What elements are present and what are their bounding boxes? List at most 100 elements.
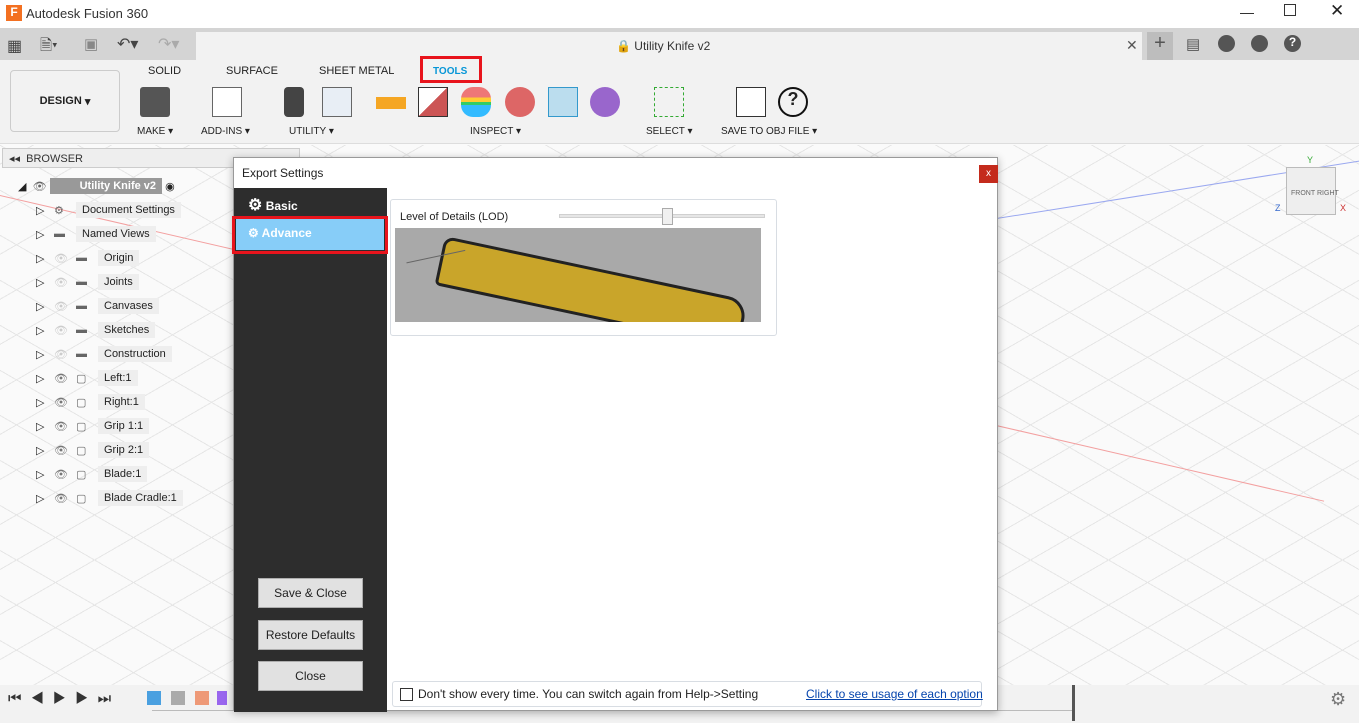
browser-item[interactable]: ▷ 👁 ▬ Construction [36, 344, 183, 364]
eye-hidden-icon: 👁 [54, 348, 68, 361]
axis-y-label: Y [1307, 155, 1314, 165]
eye-icon: 👁 [54, 420, 68, 433]
eye-hidden-icon: 👁 [54, 324, 68, 337]
file-menu-icon[interactable]: 🗎▾ [40, 35, 58, 60]
new-tab-button[interactable]: + [1147, 32, 1173, 60]
eye-icon: 👁 [54, 492, 68, 505]
axis-z-label: Z [1275, 203, 1281, 213]
timeline-playback-controls[interactable]: ⏮◀▶▶⏭ [8, 690, 120, 707]
group-utility[interactable]: UTILITY ▾ [289, 126, 334, 137]
expand-arrow-icon: ▷ [36, 468, 45, 481]
app-logo-icon: F [6, 5, 22, 21]
browser-item[interactable]: ▷ 👁 ▢ Right:1 [36, 392, 183, 412]
expand-arrow-icon: ▷ [36, 348, 45, 361]
close-button[interactable]: Close [258, 661, 363, 691]
item-icon: ▢ [76, 396, 87, 409]
title-bar: F Autodesk Fusion 360 — ✕ [0, 0, 1359, 28]
lod-slider-thumb[interactable] [662, 208, 673, 225]
select-window-icon[interactable] [654, 87, 684, 117]
item-icon: ▬ [76, 348, 87, 360]
close-tab-button[interactable]: ✕ [1126, 37, 1138, 54]
3d-print-icon[interactable] [140, 87, 170, 117]
measure-icon[interactable] [376, 97, 406, 109]
browser-item[interactable]: ▷ 👁 ▬ Origin [36, 248, 183, 268]
group-make[interactable]: MAKE ▾ [137, 126, 173, 137]
view-cube[interactable]: FRONT RIGHT [1286, 167, 1339, 215]
browser-item[interactable]: ▷ ⚙ Document Settings [36, 200, 183, 220]
browser-item[interactable]: ▷ 👁 ▢ Grip 2:1 [36, 440, 183, 460]
undo-icon[interactable]: ↶▾ [117, 34, 138, 54]
item-icon: ▬ [76, 300, 87, 312]
lod-panel: Level of Details (LOD) [390, 199, 777, 336]
browser-item[interactable]: ▷ 👁 ▢ Left:1 [36, 368, 183, 388]
eye-hidden-icon: 👁 [54, 300, 68, 313]
restore-defaults-button[interactable]: Restore Defaults [258, 620, 363, 650]
draft-analysis-icon[interactable] [505, 87, 535, 117]
tab-solid[interactable]: SOLID [148, 65, 181, 77]
help-icon[interactable]: ? [1284, 35, 1301, 52]
item-icon: ▬ [76, 276, 87, 288]
group-select[interactable]: SELECT ▾ [646, 126, 693, 137]
tab-tools[interactable]: TOOLS [433, 66, 467, 77]
eye-hidden-icon: 👁 [54, 252, 68, 265]
redo-icon[interactable]: ↷▾ [158, 34, 179, 54]
document-tab[interactable]: 🔒 Utility Knife v2 ✕ [196, 32, 1142, 60]
lod-slider[interactable] [559, 208, 765, 225]
nav-advance[interactable]: ⚙ Advance [236, 219, 384, 250]
tab-surface[interactable]: SURFACE [226, 65, 278, 77]
dialog-close-button[interactable]: x [979, 165, 998, 183]
axis-x-label: X [1340, 203, 1347, 213]
model-preview-image [395, 228, 761, 322]
traffic-light-icon[interactable] [284, 87, 304, 117]
browser-item[interactable]: ▷ 👁 ▢ Grip 1:1 [36, 416, 183, 436]
maximize-button[interactable] [1284, 4, 1296, 16]
curvature-map-icon[interactable] [461, 87, 491, 117]
eye-hidden-icon: 👁 [54, 276, 68, 289]
parameters-table-icon[interactable] [322, 87, 352, 117]
dont-show-label: Don't show every time. You can switch ag… [418, 687, 759, 701]
expand-arrow-icon: ▷ [36, 204, 45, 217]
group-save-to-obj[interactable]: SAVE TO OBJ FILE ▾ [721, 126, 817, 137]
timeline-settings-gear-icon[interactable]: ⚙ [1330, 689, 1346, 710]
browser-item[interactable]: ▷ 👁 ▬ Sketches [36, 320, 183, 340]
item-icon: ▬ [76, 252, 87, 264]
scripts-addins-icon[interactable] [212, 87, 242, 117]
timeline-features[interactable] [147, 691, 227, 705]
usage-help-link[interactable]: Click to see usage of each option [806, 687, 983, 701]
gear-icon: ⚙ [248, 197, 263, 214]
data-panel-grid-icon[interactable]: ▦ [7, 36, 22, 56]
save-icon[interactable]: ▣ [84, 35, 98, 53]
browser-item[interactable]: ▷ 👁 ▢ Blade:1 [36, 464, 183, 484]
group-add-ins[interactable]: ADD-INS ▾ [201, 126, 250, 137]
dont-show-checkbox[interactable] [400, 688, 413, 701]
nav-basic[interactable]: ⚙ Basic [248, 195, 298, 215]
job-status-icon[interactable] [1218, 35, 1235, 52]
tab-sheet-metal[interactable]: SHEET METAL [319, 65, 394, 77]
browser-item[interactable]: ▷ 👁 ▢ Blade Cradle:1 [36, 488, 183, 508]
help-question-icon[interactable]: ? [778, 87, 808, 117]
eye-icon: 👁 [54, 396, 68, 409]
browser-tree: ▷ ⚙ Document Settings ▷ ▬ Named Views ▷ 👁 ▬ Origi… [36, 200, 183, 512]
browser-item[interactable]: ▷ 👁 ▬ Joints [36, 272, 183, 292]
lod-label: Level of Details (LOD) [400, 211, 509, 223]
notifications-icon[interactable]: ▤ [1186, 35, 1200, 53]
lock-icon: 🔒 [616, 39, 631, 53]
window-title: Autodesk Fusion 360 [26, 6, 149, 21]
minimize-button[interactable]: — [1240, 4, 1254, 20]
workspace-switcher[interactable]: DESIGN ▾ [10, 70, 120, 132]
interference-icon[interactable] [418, 87, 448, 117]
timeline-marker[interactable] [1072, 685, 1075, 721]
obj-file-icon[interactable] [736, 87, 766, 117]
group-inspect[interactable]: INSPECT ▾ [470, 126, 521, 137]
knife-mesh-preview [434, 236, 749, 322]
close-window-button[interactable]: ✕ [1330, 1, 1344, 21]
browser-root[interactable]: ◢ 👁 Utility Knife v2 ◉ [18, 176, 175, 196]
expand-arrow-icon: ▷ [36, 420, 45, 433]
browser-item[interactable]: ▷ ▬ Named Views [36, 224, 183, 244]
item-icon: ▢ [76, 372, 87, 385]
component-color-icon[interactable] [590, 87, 620, 117]
save-close-button[interactable]: Save & Close [258, 578, 363, 608]
browser-item[interactable]: ▷ 👁 ▬ Canvases [36, 296, 183, 316]
section-analysis-icon[interactable] [548, 87, 578, 117]
history-icon[interactable] [1251, 35, 1268, 52]
